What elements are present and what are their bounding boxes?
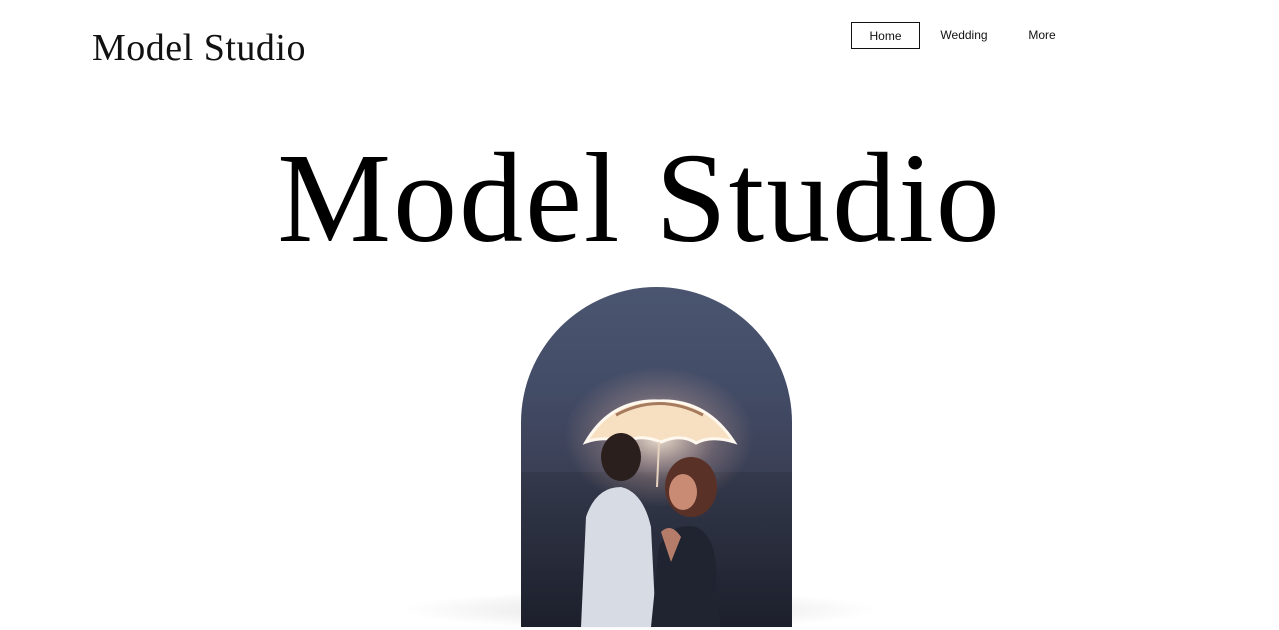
- main-nav: Home Wedding More: [851, 22, 1076, 49]
- site-logo[interactable]: Model Studio: [92, 26, 306, 70]
- nav-home[interactable]: Home: [851, 22, 920, 49]
- nav-more[interactable]: More: [1008, 22, 1076, 49]
- hero-title: Model Studio: [277, 127, 1002, 269]
- couple-umbrella-illustration: [521, 367, 792, 627]
- hero-photo-couple-umbrella: [521, 287, 792, 627]
- nav-wedding[interactable]: Wedding: [920, 22, 1008, 49]
